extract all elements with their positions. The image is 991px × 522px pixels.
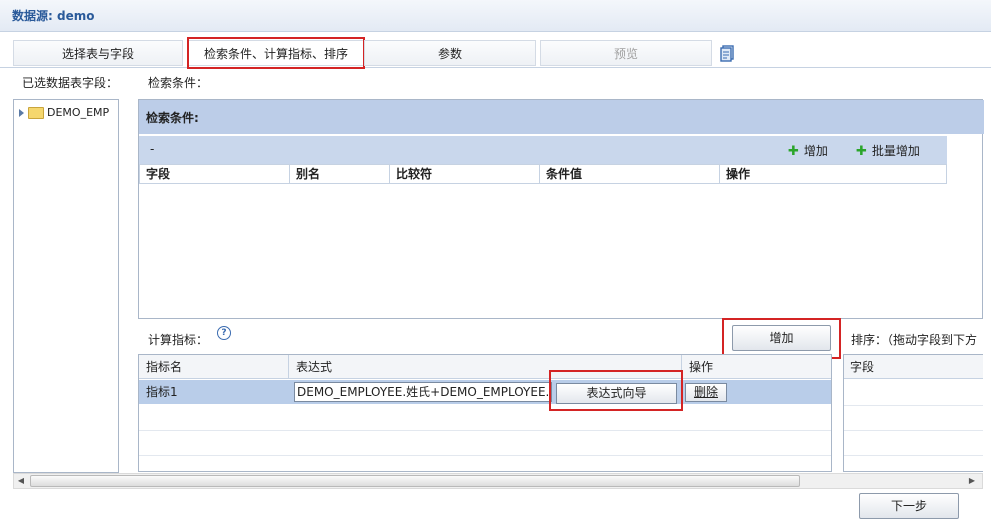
add-condition-button[interactable]: ✚ 增加 (788, 142, 828, 159)
scrollbar-thumb[interactable] (30, 475, 800, 487)
column-header-indicator-name[interactable]: 指标名 (139, 355, 289, 379)
batch-add-label: 批量增加 (871, 144, 920, 158)
field-tree: DEMO_EMP (13, 99, 119, 473)
highlight-box-tab (187, 37, 365, 69)
search-condition-label: 检索条件： (148, 76, 209, 90)
plus-icon: ✚ (788, 144, 799, 159)
header-bar (0, 0, 991, 32)
column-header-sort-field[interactable]: 字段 (844, 355, 983, 379)
tree-node-demo-emp[interactable]: DEMO_EMP (19, 105, 109, 121)
tree-node-label: DEMO_EMP (47, 106, 110, 119)
add-condition-label: 增加 (803, 144, 828, 158)
plus-icon: ✚ (856, 144, 867, 159)
row-divider (844, 430, 983, 431)
indicator-name-cell[interactable]: 指标1 (139, 380, 289, 404)
selected-fields-label: 已选数据表字段： (22, 76, 119, 90)
column-header-field[interactable]: 字段 (140, 164, 290, 184)
expand-arrow-icon[interactable] (19, 108, 24, 117)
next-step-button[interactable]: 下一步 (859, 493, 959, 519)
tab-preview[interactable]: 预览 (540, 40, 712, 66)
column-header-operation[interactable]: 操作 (682, 355, 831, 379)
scroll-left-icon[interactable]: ◀ (15, 475, 27, 487)
highlight-box-wizard (549, 370, 683, 411)
column-header-value[interactable]: 条件值 (540, 164, 720, 184)
tab-select-table-fields[interactable]: 选择表与字段 (13, 40, 183, 66)
row-divider (844, 405, 983, 406)
search-condition-header (139, 100, 984, 134)
batch-add-condition-button[interactable]: ✚ 批量增加 (856, 142, 920, 159)
row-divider (139, 430, 831, 431)
tab-parameters[interactable]: 参数 (364, 40, 536, 66)
calc-indicator-label: 计算指标： (148, 333, 209, 347)
search-condition-title: 检索条件: (146, 111, 199, 125)
row-divider (844, 455, 983, 456)
document-icon[interactable] (718, 43, 738, 63)
toolbar-dash: - (150, 142, 155, 156)
help-icon[interactable]: ? (217, 326, 231, 340)
page-title: 数据源: demo (12, 9, 95, 23)
column-header-operator[interactable]: 比较符 (390, 164, 540, 184)
column-header-action[interactable]: 操作 (720, 164, 946, 184)
sort-label: 排序：（拖动字段到下方 (851, 333, 978, 347)
row-divider (139, 455, 831, 456)
highlight-box-add (722, 318, 841, 359)
expression-input[interactable]: DEMO_EMPLOYEE.姓氏+DEMO_EMPLOYEE.名 (294, 382, 552, 402)
column-header-alias[interactable]: 别名 (290, 164, 390, 184)
folder-icon (28, 106, 44, 119)
delete-button[interactable]: 删除 (685, 383, 727, 402)
scroll-right-icon[interactable]: ▶ (966, 475, 978, 487)
